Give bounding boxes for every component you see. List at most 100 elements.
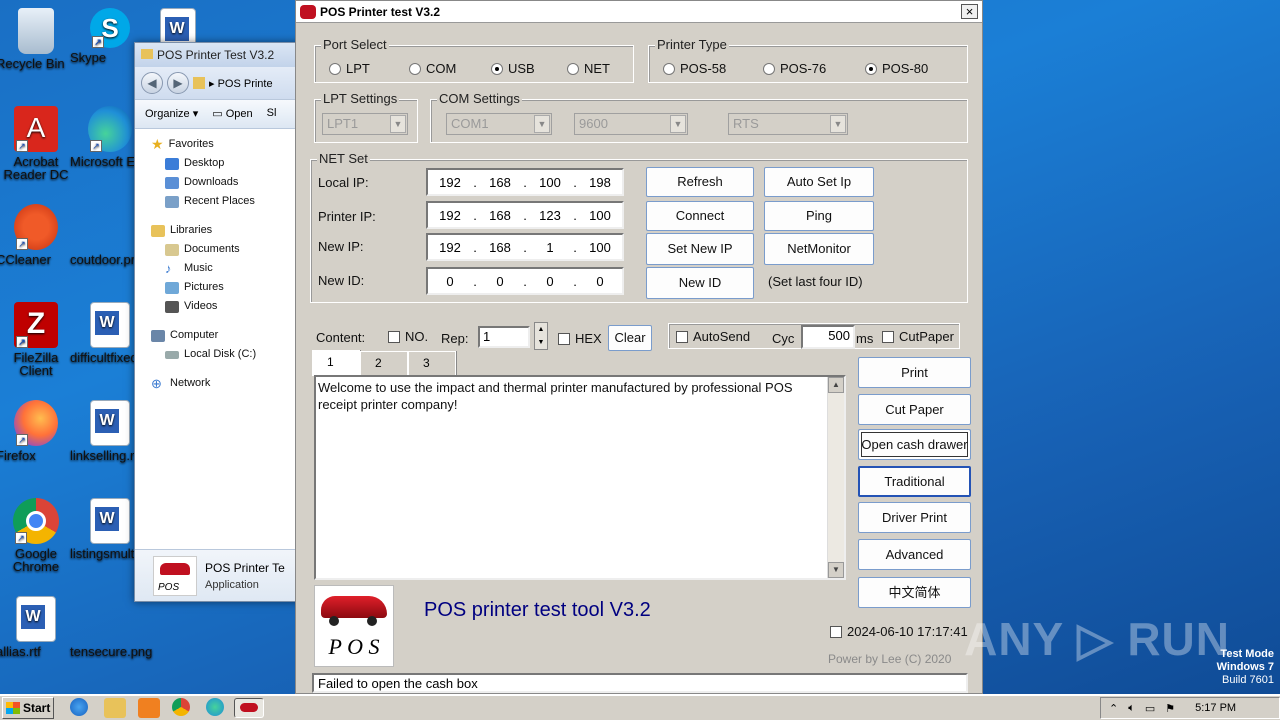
filezilla-icon: Z ↗ [14, 302, 58, 348]
no-checkbox[interactable]: NO. [388, 329, 428, 344]
desktop-icon-recycle-bin[interactable]: Recycle Bin [0, 8, 76, 70]
scroll-down-icon[interactable]: ▼ [828, 562, 844, 578]
auto-set-ip-button[interactable]: Auto Set Ip [764, 167, 874, 197]
explorer-taskbar-icon[interactable] [104, 698, 126, 718]
port-net-radio[interactable]: NET [567, 61, 610, 76]
driver-print-button[interactable]: Driver Print [858, 502, 971, 533]
new-ip-field[interactable]: 192. 168. 1. 100 [426, 233, 624, 261]
anyrun-watermark: ANY ▷ RUN [964, 613, 1230, 665]
nav-favorites[interactable]: ★ Favorites [151, 135, 303, 154]
port-usb-radio[interactable]: USB [491, 61, 535, 76]
organize-button[interactable]: Organize ▾ [145, 107, 198, 121]
flag-icon[interactable]: ⚑ [1165, 702, 1175, 715]
new-id-button[interactable]: New ID [646, 267, 754, 299]
cutpaper-checkbox[interactable]: CutPaper [882, 329, 954, 344]
forward-icon[interactable]: ▶ [167, 72, 189, 94]
printer-pos80-radio[interactable]: POS-80 [865, 61, 928, 76]
scroll-up-icon[interactable]: ▲ [828, 377, 844, 393]
clear-button[interactable]: Clear [608, 325, 652, 351]
taskbar: Start ⌃ 🔈︎ ▭ ⚑ 5:17 PM [0, 694, 1280, 720]
nav-downloads[interactable]: Downloads [151, 173, 303, 192]
rep-stepper[interactable]: ▲ ▼ [534, 322, 548, 350]
media-player-icon[interactable] [138, 698, 160, 718]
chevron-down-icon: ▼ [390, 115, 406, 133]
desktop-icon-allias[interactable]: allias.rtf [0, 596, 76, 658]
desktop-icon-firefox[interactable]: ↗ Firefox [0, 400, 76, 462]
printer-ip-field[interactable]: 192. 168. 123. 100 [426, 201, 624, 229]
local-ip-field[interactable]: 192. 168. 100. 198 [426, 168, 624, 196]
nav-local-disk[interactable]: Local Disk (C:) [151, 345, 303, 364]
close-icon[interactable]: × [961, 4, 978, 19]
recycle-bin-icon [18, 8, 54, 54]
cut-paper-button[interactable]: Cut Paper [858, 394, 971, 425]
textarea-scrollbar[interactable]: ▲ ▼ [827, 377, 844, 578]
edge-taskbar-icon[interactable] [206, 698, 224, 716]
desktop-icon-ccleaner[interactable]: ↗ CCleaner [0, 204, 76, 266]
nav-libraries[interactable]: Libraries [151, 221, 303, 240]
chrome-taskbar-icon[interactable] [172, 698, 190, 716]
print-content-textarea[interactable]: Welcome to use the impact and thermal pr… [314, 375, 846, 580]
clock[interactable]: 5:17 PM [1195, 702, 1236, 714]
desktop-icon-filezilla[interactable]: Z ↗ FileZilla Client [0, 302, 76, 377]
port-com-radio[interactable]: COM [409, 61, 456, 76]
folder-icon [193, 77, 205, 89]
show-hidden-icons-icon[interactable]: ⌃ [1109, 702, 1118, 715]
nav-network[interactable]: ⊕ Network [151, 374, 303, 393]
nav-documents[interactable]: Documents [151, 240, 303, 259]
pos-app-icon [300, 4, 316, 19]
pos-logo: P O S [314, 585, 394, 667]
cyc-input[interactable]: 500 [801, 325, 855, 349]
nav-videos[interactable]: Videos [151, 297, 303, 316]
network-tray-icon[interactable]: ▭ [1145, 702, 1155, 715]
tab-3[interactable]: 3 [408, 351, 456, 375]
desktop-icon-tensecure[interactable]: tensecure.png [70, 596, 152, 658]
open-button[interactable]: ▭ Open [212, 107, 252, 121]
nav-desktop[interactable]: Desktop [151, 154, 303, 173]
print-button[interactable]: Print [858, 357, 971, 388]
pos-taskbar-button[interactable] [234, 698, 264, 718]
datetime-checkbox[interactable]: 2024-06-10 17:17:41 [830, 624, 968, 639]
hex-checkbox[interactable]: HEX [558, 331, 602, 346]
ie-icon[interactable] [70, 698, 88, 716]
chinese-language-button[interactable]: 中文简体 [858, 577, 971, 608]
port-lpt-radio[interactable]: LPT [329, 61, 370, 76]
nav-music[interactable]: ♪ Music [151, 259, 303, 278]
back-icon[interactable]: ◀ [141, 72, 163, 94]
explorer-window: POS Printer Test V3.2 ◀ ▶ ▸ POS Printe O… [134, 42, 304, 602]
ping-button[interactable]: Ping [764, 201, 874, 231]
nav-pictures[interactable]: Pictures [151, 278, 303, 297]
rep-input[interactable]: 1 [478, 326, 530, 348]
new-id-field[interactable]: 0.0.0.0 [426, 267, 624, 295]
printer-pos58-radio[interactable]: POS-58 [663, 61, 726, 76]
open-cash-drawer-button[interactable]: Open cash drawer [858, 429, 971, 460]
explorer-address-bar: ◀ ▶ ▸ POS Printe [135, 67, 303, 99]
explorer-titlebar[interactable]: POS Printer Test V3.2 [135, 43, 303, 67]
lpt-port-select[interactable]: LPT1 ▼ [322, 113, 408, 135]
tab-1[interactable]: 1 [312, 350, 360, 376]
share-button[interactable]: Sl [267, 107, 277, 121]
downloads-icon [165, 176, 179, 189]
pos-titlebar[interactable]: POS Printer test V3.2 [296, 1, 982, 23]
advanced-button[interactable]: Advanced [858, 539, 971, 570]
baud-rate-select[interactable]: 9600 ▼ [574, 113, 688, 135]
refresh-button[interactable]: Refresh [646, 167, 754, 197]
desktop-icon-chrome[interactable]: ↗ Google Chrome [0, 498, 76, 573]
set-new-ip-button[interactable]: Set New IP [646, 233, 754, 265]
address-path[interactable]: ▸ POS Printe [209, 77, 273, 90]
chevron-down-icon: ▼ [830, 115, 846, 133]
flow-control-select[interactable]: RTS ▼ [728, 113, 848, 135]
connect-button[interactable]: Connect [646, 201, 754, 231]
desktop-icon-acrobat[interactable]: A ↗ Acrobat Reader DC [0, 106, 76, 181]
volume-icon[interactable]: 🔈︎ [1128, 702, 1135, 715]
new-ip-label: New IP: [318, 239, 364, 254]
net-monitor-button[interactable]: NetMonitor [764, 233, 874, 265]
nav-computer[interactable]: Computer [151, 326, 303, 345]
traditional-button[interactable]: Traditional [858, 466, 971, 497]
autosend-checkbox[interactable]: AutoSend [676, 329, 750, 344]
start-button[interactable]: Start [2, 697, 54, 719]
printer-pos76-radio[interactable]: POS-76 [763, 61, 826, 76]
tab-2[interactable]: 2 [360, 351, 408, 375]
com-port-select[interactable]: COM1 ▼ [446, 113, 552, 135]
nav-recent-places[interactable]: Recent Places [151, 192, 303, 211]
file-icon [87, 204, 133, 250]
